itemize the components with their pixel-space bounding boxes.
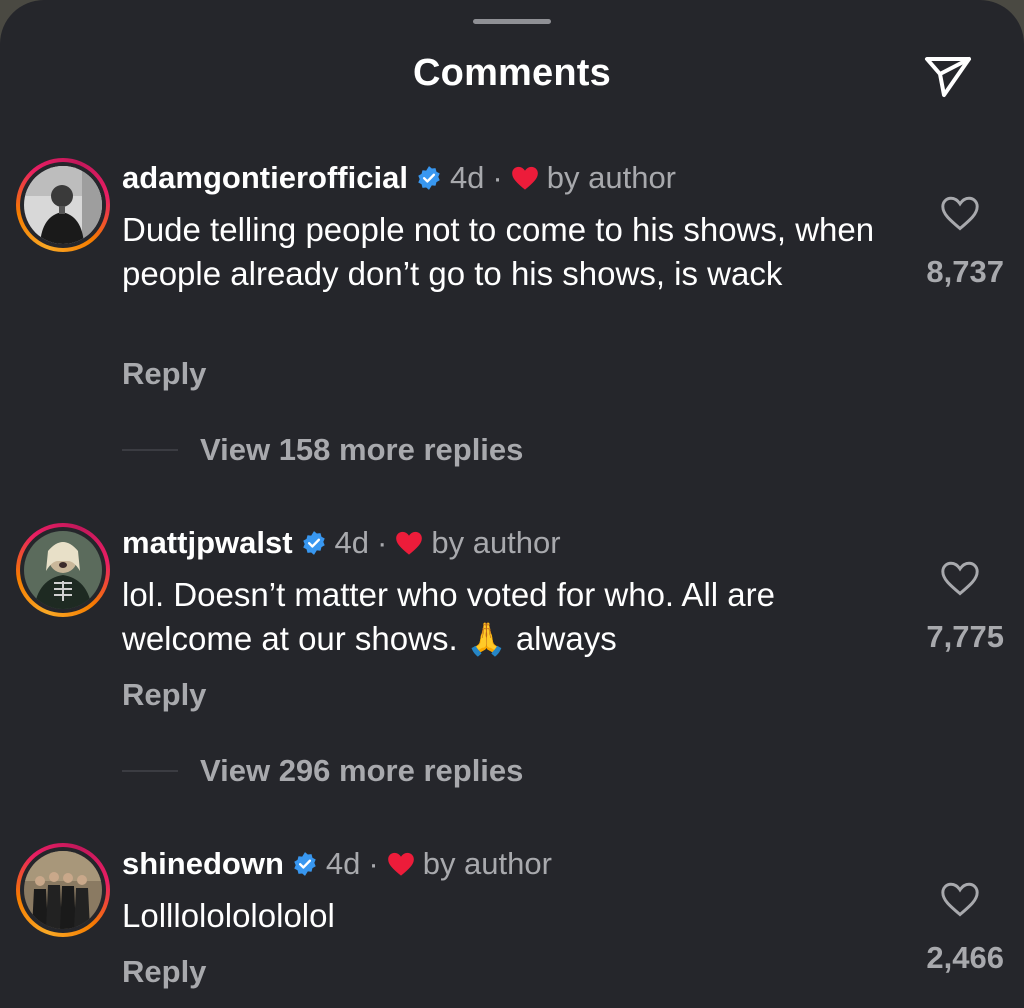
verified-badge-icon — [301, 530, 327, 556]
comments-sheet: Comments adamgontierofficial 4d · by aut… — [0, 0, 1024, 1008]
username[interactable]: mattjpwalst — [122, 525, 293, 561]
reply-button[interactable]: Reply — [122, 954, 206, 990]
page-title: Comments — [413, 52, 611, 94]
avatar[interactable] — [16, 843, 110, 937]
comment-text: Lolllolololololol — [122, 897, 335, 934]
divider — [122, 770, 178, 772]
like-button[interactable] — [938, 557, 982, 599]
avatar-image — [24, 851, 102, 929]
liked-by-author-label: by author — [546, 160, 677, 195]
comment-meta: adamgontierofficial 4d · by author — [122, 160, 676, 196]
heart-outline-icon — [941, 561, 979, 596]
drag-handle[interactable] — [473, 19, 551, 24]
avatar-image — [24, 531, 102, 609]
comment-text-part: lol. Doesn’t matter who voted for who. A… — [122, 576, 775, 657]
comment-text: Dude telling people not to come to his s… — [122, 211, 875, 292]
heart-filled-icon — [511, 165, 539, 191]
divider — [122, 449, 178, 451]
praying-hands-emoji: 🙏 — [466, 621, 507, 657]
like-count: 8,737 — [926, 254, 1004, 289]
username[interactable]: shinedown — [122, 846, 284, 882]
view-replies-label: View 158 more replies — [200, 432, 524, 467]
comment-text: lol. Doesn’t matter who voted for who. A… — [122, 573, 862, 661]
liked-by-author-label: by author — [422, 846, 552, 881]
comment-text-part: always — [515, 620, 617, 657]
like-button[interactable] — [938, 878, 982, 920]
avatar[interactable] — [16, 523, 110, 617]
comment-meta: mattjpwalst 4d · by author — [122, 525, 561, 561]
timestamp: 4d — [334, 525, 370, 560]
heart-filled-icon — [387, 851, 415, 877]
comment-meta: shinedown 4d · by author — [122, 846, 552, 882]
separator: · — [377, 525, 388, 560]
timestamp: 4d — [449, 160, 485, 195]
separator: · — [368, 846, 379, 881]
avatar-image — [24, 166, 102, 244]
verified-badge-icon — [292, 851, 318, 877]
heart-outline-icon — [941, 882, 979, 917]
view-replies-button[interactable]: View 296 more replies — [122, 753, 523, 789]
heart-outline-icon — [941, 196, 979, 231]
reply-button[interactable]: Reply — [122, 356, 206, 392]
username[interactable]: adamgontierofficial — [122, 160, 408, 196]
timestamp: 4d — [325, 846, 361, 881]
like-button[interactable] — [938, 192, 982, 234]
avatar[interactable] — [16, 158, 110, 252]
like-count: 2,466 — [926, 940, 1004, 975]
verified-badge-icon — [416, 165, 442, 191]
reply-button[interactable]: Reply — [122, 677, 206, 713]
liked-by-author-label: by author — [431, 525, 561, 560]
view-replies-button[interactable]: View 158 more replies — [122, 432, 523, 468]
like-count: 7,775 — [926, 619, 1004, 654]
heart-filled-icon — [395, 530, 423, 556]
view-replies-label: View 296 more replies — [200, 753, 524, 788]
share-button[interactable] — [920, 50, 976, 102]
paper-plane-icon — [925, 57, 971, 97]
separator: · — [492, 160, 503, 195]
